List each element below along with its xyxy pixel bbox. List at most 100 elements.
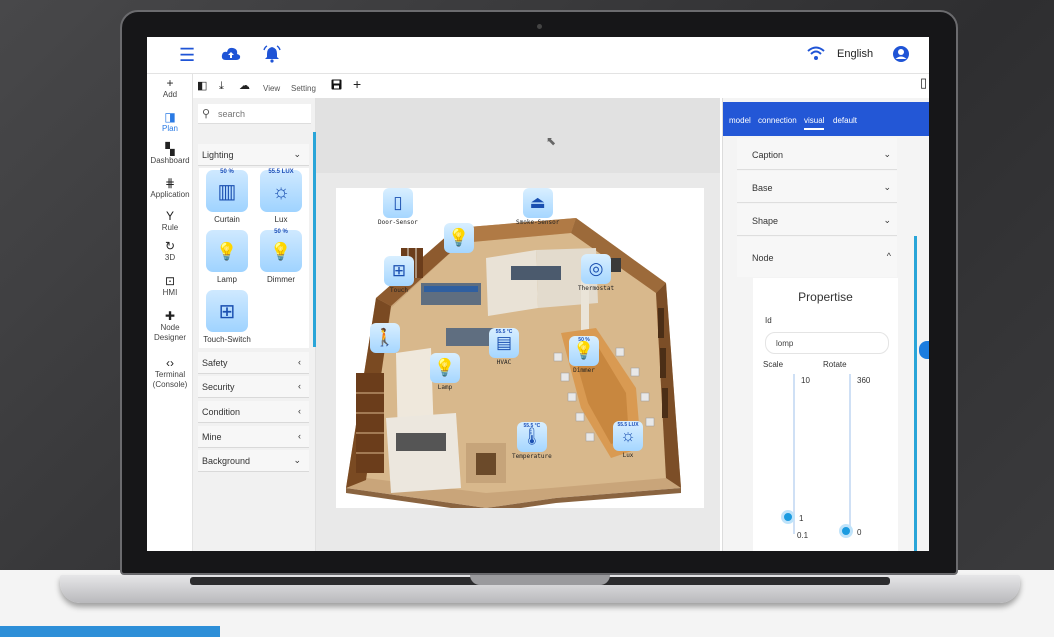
nav-item-dashboard[interactable]: ▚ Dashboard bbox=[147, 142, 193, 166]
chevron-down-icon: ⌄ bbox=[883, 215, 891, 225]
category-mine[interactable]: Mine ‹ bbox=[198, 426, 309, 448]
section-label: Base bbox=[752, 183, 773, 193]
nav-item-3d[interactable]: ↻ 3D bbox=[147, 239, 193, 263]
cloud-upload-icon[interactable] bbox=[221, 45, 241, 67]
chevron-down-icon: ⌄ bbox=[293, 149, 301, 159]
view-menu[interactable]: View bbox=[263, 82, 280, 96]
panel-scrollbar[interactable] bbox=[914, 236, 917, 551]
category-lighting[interactable]: Lighting ⌄ bbox=[198, 144, 309, 166]
bulb-icon: 💡 bbox=[216, 242, 238, 261]
scale-slider-knob[interactable] bbox=[781, 510, 795, 524]
chevron-down-icon: ⌄ bbox=[293, 455, 301, 465]
top-bar: ☰ English bbox=[147, 37, 929, 74]
device-lamp-top[interactable]: 💡 bbox=[444, 223, 474, 253]
category-safety[interactable]: Safety ‹ bbox=[198, 352, 309, 374]
nav-item-hmi[interactable]: ⊡ HMI bbox=[147, 274, 193, 298]
rotate-slider-track[interactable] bbox=[849, 374, 851, 534]
plan-canvas[interactable]: ⬉ ▯ Door-Sensor 💡 ⏏ Smoke-Sensor ⊞ Touch… bbox=[316, 98, 720, 551]
section-shape[interactable]: Shape ⌄ bbox=[737, 204, 897, 236]
device-glyph: ◎ bbox=[588, 259, 604, 278]
tile-touch-switch[interactable]: ⊞ Touch-Switch bbox=[201, 288, 253, 348]
cloud-upload-icon[interactable]: ☁ bbox=[239, 79, 250, 93]
tile-curtain[interactable]: 50 % ▥ Curtain bbox=[201, 168, 253, 228]
nav-item-plan[interactable]: ◨ Plan bbox=[147, 110, 193, 134]
device-lamp[interactable]: 💡 Lamp bbox=[430, 353, 460, 391]
nav-item-terminal[interactable]: ‹› Terminal (Console) bbox=[147, 356, 193, 390]
properties-card: Propertise Id lomp Scale Rotate 10 1 0.1… bbox=[753, 278, 898, 551]
touch-switch-icon: ⊞ bbox=[218, 301, 236, 323]
device-touch-switch[interactable]: ⊞ Touch bbox=[384, 256, 414, 294]
panel-tabs: model connection visual default bbox=[723, 102, 929, 136]
menu-icon[interactable]: ☰ bbox=[179, 45, 195, 65]
category-security[interactable]: Security ‹ bbox=[198, 376, 309, 398]
section-label: Node bbox=[752, 253, 774, 263]
wifi-icon[interactable] bbox=[807, 45, 825, 65]
component-palette: ⚲ Lighting ⌄ 50 % ▥ Curtain 55.5 LUX ☼ L… bbox=[193, 98, 316, 551]
plan-icon: ◨ bbox=[164, 110, 176, 124]
device-dimmer[interactable]: 50 % 💡 Dimmer bbox=[569, 336, 599, 374]
tile-lux[interactable]: 55.5 LUX ☼ Lux bbox=[255, 168, 307, 228]
download-icon[interactable]: ⤓ bbox=[219, 79, 224, 93]
tile-label: Touch-Switch bbox=[203, 335, 251, 344]
device-smoke-sensor[interactable]: ⏏ Smoke-Sensor bbox=[516, 188, 559, 226]
category-background[interactable]: Background ⌄ bbox=[198, 450, 309, 472]
category-condition[interactable]: Condition ‹ bbox=[198, 401, 309, 423]
device-glyph: ⊞ bbox=[391, 261, 407, 280]
section-node[interactable]: Node ^ bbox=[737, 237, 897, 277]
scale-slider-track[interactable] bbox=[793, 374, 795, 534]
nav-item-application[interactable]: ⋕ Application bbox=[147, 176, 193, 200]
device-thermostat[interactable]: ◎ Thermostat bbox=[578, 254, 614, 292]
tile-value: 55.5 LUX bbox=[268, 169, 294, 175]
bell-icon[interactable] bbox=[263, 45, 281, 67]
device-value: 55.5 LUX bbox=[617, 422, 639, 428]
id-field[interactable]: lomp bbox=[765, 332, 889, 354]
panel-toggle-icon[interactable]: ◧ bbox=[197, 79, 207, 93]
bulb-icon: 50 % 💡 bbox=[569, 336, 599, 366]
device-motion-sensor[interactable]: 🚶 bbox=[370, 323, 400, 353]
language-selector[interactable]: English bbox=[837, 48, 873, 60]
device-label: Lamp bbox=[437, 384, 453, 391]
hvac-icon: 55.5 °C ▤ bbox=[489, 328, 519, 358]
device-temperature[interactable]: 55.5 °C 🌡 Temperature bbox=[512, 422, 552, 460]
tile-lamp[interactable]: 💡 Lamp bbox=[201, 228, 253, 288]
tab-visual[interactable]: visual bbox=[804, 116, 825, 130]
chevron-left-icon: ‹ bbox=[298, 431, 301, 441]
device-value: 50 % bbox=[578, 337, 590, 343]
device-label: Touch bbox=[389, 287, 409, 294]
hmi-icon: ⊡ bbox=[164, 274, 176, 288]
device-glyph: 💡 bbox=[434, 358, 456, 377]
rotate-slider-knob[interactable] bbox=[839, 524, 853, 538]
section-base[interactable]: Base ⌄ bbox=[737, 171, 897, 203]
device-door-sensor[interactable]: ▯ Door-Sensor bbox=[378, 188, 418, 226]
nav-label: Application bbox=[150, 190, 190, 199]
tab-connection[interactable]: connection bbox=[758, 116, 797, 125]
category-label: Security bbox=[202, 382, 235, 392]
tile-dimmer[interactable]: 50 % 💡 Dimmer bbox=[255, 228, 307, 288]
tab-model[interactable]: model bbox=[729, 116, 751, 125]
device-label: Lux bbox=[622, 452, 634, 459]
nav-item-node-designer[interactable]: ✚ Node Designer bbox=[147, 309, 193, 343]
panel-drawer-handle[interactable] bbox=[919, 341, 929, 359]
rotate-label: Rotate bbox=[823, 360, 847, 369]
device-hvac[interactable]: 55.5 °C ▤ HVAC bbox=[489, 328, 519, 366]
add-icon[interactable]: + bbox=[353, 77, 361, 91]
person-walking-icon: 🚶 bbox=[370, 323, 400, 353]
tile-label: Lux bbox=[274, 215, 288, 224]
expand-panel-icon[interactable]: ▯ bbox=[920, 76, 927, 90]
search-input[interactable] bbox=[218, 107, 306, 121]
device-label: Dimmer bbox=[573, 367, 595, 374]
section-caption[interactable]: Caption ⌄ bbox=[737, 138, 897, 170]
nav-item-rule[interactable]: Y Rule bbox=[147, 209, 193, 233]
touch-switch-icon: ⊞ bbox=[384, 256, 414, 286]
lighting-tiles: 50 % ▥ Curtain 55.5 LUX ☼ Lux 💡 Lamp 50 … bbox=[199, 168, 309, 348]
chevron-left-icon: ‹ bbox=[298, 406, 301, 416]
tab-default[interactable]: default bbox=[833, 116, 857, 125]
chevron-down-icon: ⌄ bbox=[883, 149, 891, 159]
save-icon[interactable] bbox=[331, 79, 342, 94]
device-lux[interactable]: 55.5 LUX ☼ Lux bbox=[613, 421, 643, 459]
nav-item-add[interactable]: + Add bbox=[147, 76, 193, 100]
account-icon[interactable] bbox=[892, 45, 910, 67]
rotate-max-value: 360 bbox=[857, 376, 871, 385]
dashboard-icon: ▚ bbox=[165, 142, 175, 156]
setting-menu[interactable]: Setting bbox=[291, 82, 316, 96]
